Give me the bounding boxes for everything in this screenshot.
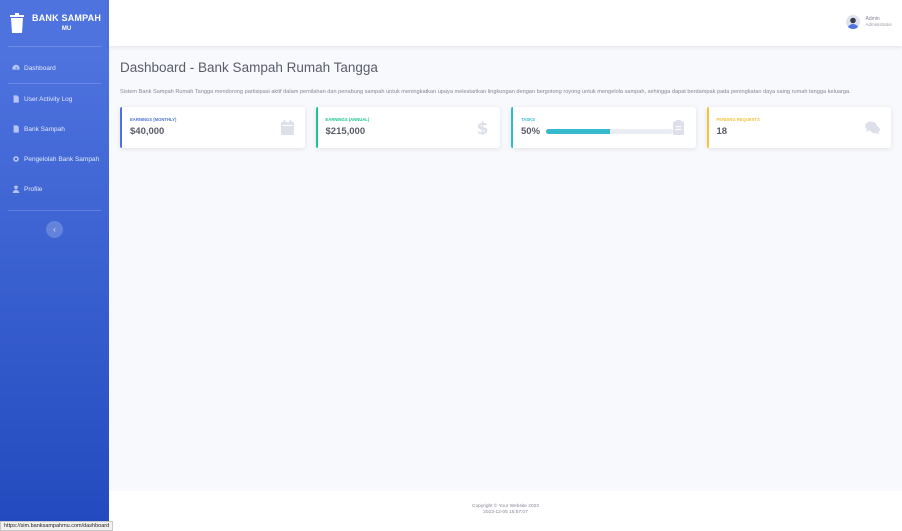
- card-accent: [706, 107, 709, 149]
- sidebar: BANK SAMPAH MU Dashboard User Activity L…: [0, 0, 109, 531]
- file-icon: [13, 125, 19, 133]
- sidebar-item-dashboard[interactable]: Dashboard: [0, 53, 109, 83]
- calendar-icon: [280, 120, 294, 136]
- sidebar-item-pengelolah-bank-sampah[interactable]: Pengelolah Bank Sampah: [0, 144, 109, 174]
- settings-icon: [13, 156, 19, 162]
- footer: Copyright © Your Website 2023 2023-12-05…: [109, 491, 902, 531]
- dashboard-icon: [12, 64, 20, 70]
- tasks-progress-fill: [546, 129, 610, 135]
- card-value: $215,000: [325, 126, 366, 138]
- comments-icon: [865, 121, 880, 135]
- main-content: Dashboard - Bank Sampah Rumah Tangga Sis…: [109, 46, 902, 491]
- stat-cards: EARNINGS (MONTHLY) $40,000 EARNINGS (ANN…: [120, 107, 891, 149]
- sidebar-item-label: Pengelolah Bank Sampah: [24, 155, 100, 163]
- card-tasks: TASKS 50%: [511, 107, 696, 149]
- card-accent: [511, 107, 513, 149]
- page-title: Dashboard - Bank Sampah Rumah Tangga: [120, 60, 378, 75]
- card-label: EARNINGS (ANNUAL): [325, 117, 370, 123]
- footer-timestamp: 2023-12-05 15:57:07: [483, 510, 528, 516]
- sidebar-item-bank-sampah[interactable]: Bank Sampah: [0, 114, 109, 144]
- sidebar-item-label: Dashboard: [24, 64, 56, 72]
- card-earnings-annual: EARNINGS (ANNUAL) $215,000 $: [315, 107, 500, 149]
- card-accent: [120, 107, 122, 149]
- topbar: Admin Administrator: [109, 0, 902, 46]
- card-value: $40,000: [130, 126, 165, 138]
- brand-title: BANK SAMPAH: [32, 13, 102, 23]
- sidebar-item-label: Bank Sampah: [24, 125, 65, 133]
- clipboard-icon: [672, 120, 684, 136]
- card-pending-requests: PENDING REQUESTS 18: [706, 107, 891, 149]
- sidebar-divider: [8, 46, 101, 47]
- user-role: Administrator: [865, 22, 892, 28]
- tasks-progress-bar: [546, 129, 674, 135]
- sidebar-item-label: User Activity Log: [24, 95, 73, 103]
- avatar: [846, 15, 861, 29]
- brand[interactable]: BANK SAMPAH MU: [0, 0, 109, 40]
- browser-status-url: https://sim.banksampahmu.com/dashboard: [0, 521, 114, 531]
- svg-text:$: $: [477, 120, 489, 135]
- user-icon: [12, 185, 20, 193]
- sidebar-item-profile[interactable]: Profile: [0, 174, 109, 204]
- sidebar-divider: [8, 210, 101, 211]
- avatar-icon: [847, 17, 859, 29]
- trash-icon: [10, 13, 24, 33]
- file-icon: [13, 95, 19, 103]
- card-accent: [315, 107, 318, 149]
- sidebar-toggle-button[interactable]: ‹: [46, 221, 63, 238]
- card-value: 50%: [521, 126, 541, 138]
- card-label: TASKS: [521, 117, 535, 123]
- page-description: Sistem Bank Sampah Rumah Tangga mendoron…: [120, 89, 851, 95]
- chevron-left-icon: ‹: [53, 225, 56, 234]
- user-dropdown[interactable]: Admin Administrator: [846, 15, 892, 29]
- dollar-icon: $: [477, 120, 489, 135]
- sidebar-item-label: Profile: [24, 185, 43, 193]
- card-earnings-monthly: EARNINGS (MONTHLY) $40,000: [120, 107, 305, 149]
- sidebar-item-user-activity-log[interactable]: User Activity Log: [0, 84, 109, 114]
- brand-subtitle: MU: [61, 26, 72, 32]
- card-label: EARNINGS (MONTHLY): [130, 117, 177, 123]
